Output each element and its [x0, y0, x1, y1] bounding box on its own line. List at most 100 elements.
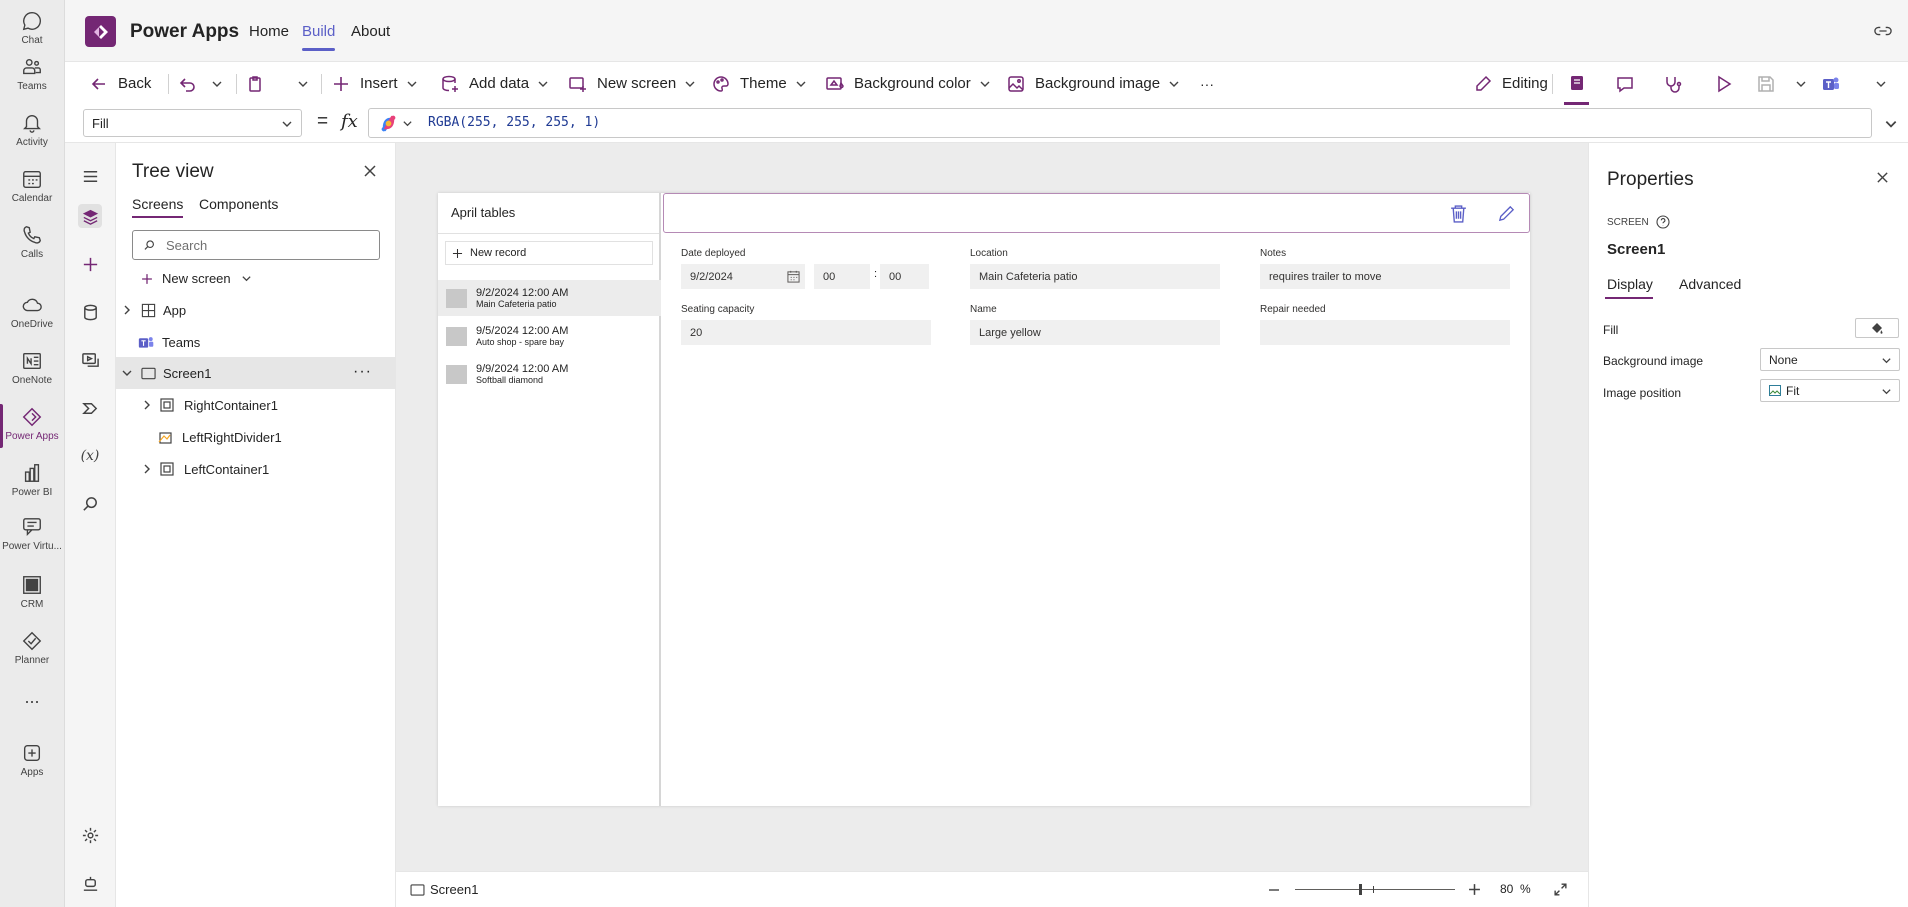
tab-home[interactable]: Home [249, 23, 289, 40]
rail-apps[interactable]: Apps [0, 738, 64, 790]
insert-button[interactable]: Insert [331, 62, 418, 105]
more-commands-button[interactable]: ··· [1200, 62, 1214, 105]
save-button[interactable] [1756, 62, 1776, 105]
publish-menu-button[interactable] [1875, 62, 1887, 105]
formula-input[interactable]: RGBA(255, 255, 255, 1) [368, 108, 1872, 138]
image-position-dropdown[interactable]: Fit [1760, 379, 1900, 402]
seating-capacity-field[interactable]: 20 [681, 320, 931, 345]
paste-button[interactable] [245, 62, 265, 105]
monitor-button[interactable] [1663, 62, 1683, 105]
close-icon[interactable] [1876, 171, 1889, 184]
tab-screens[interactable]: Screens [132, 196, 183, 212]
variables-button[interactable]: (x) [78, 444, 102, 468]
rail-onedrive[interactable]: OneDrive [0, 290, 64, 342]
app-checker-button[interactable] [1567, 62, 1587, 105]
tree-search-input[interactable]: Search [132, 230, 380, 260]
more-options-icon[interactable]: ··· [353, 363, 372, 381]
link-icon[interactable] [1874, 23, 1892, 39]
settings-button[interactable] [78, 823, 102, 847]
rail-activity[interactable]: Activity [0, 108, 64, 160]
rail-teams[interactable]: Teams [0, 52, 64, 104]
rail-onenote[interactable]: OneNote [0, 346, 64, 398]
notes-field[interactable]: requires trailer to move [1260, 264, 1510, 289]
tree-node-divider[interactable]: LeftRightDivider1 [116, 421, 395, 453]
tab-advanced[interactable]: Advanced [1679, 276, 1741, 292]
expand-formula-icon[interactable] [1884, 117, 1898, 131]
chevron-right-icon[interactable] [122, 305, 132, 315]
preview-play-button[interactable] [1713, 62, 1733, 105]
trash-icon[interactable] [1450, 204, 1467, 223]
zoom-out-icon[interactable] [1268, 884, 1280, 896]
background-image-button[interactable]: Background image [1006, 62, 1180, 105]
insert-panel-button[interactable] [78, 252, 102, 276]
new-screen-tree-button[interactable]: New screen [140, 271, 252, 286]
editing-button[interactable]: Editing [1473, 62, 1548, 105]
comments-button[interactable] [1615, 62, 1635, 105]
publish-teams-button[interactable] [1821, 62, 1841, 105]
undo-button[interactable] [177, 62, 197, 105]
theme-button[interactable]: Theme [711, 62, 807, 105]
rail-power-bi[interactable]: Power BI [0, 458, 64, 510]
rail-chat[interactable]: Chat [0, 6, 64, 58]
chevron-down-icon[interactable] [122, 368, 132, 378]
rail-crm[interactable]: CRM [0, 570, 64, 622]
rail-power-virtual-agents[interactable]: Power Virtu... [0, 512, 64, 564]
tree-node-teams[interactable]: Teams [116, 326, 395, 358]
screen-selector[interactable]: Screen1 [410, 882, 478, 897]
new-screen-button[interactable]: New screen [568, 62, 696, 105]
pencil-icon[interactable] [1497, 204, 1516, 223]
close-icon[interactable] [363, 164, 377, 178]
menu-button[interactable] [78, 164, 102, 188]
app-screen[interactable]: April tables New record 9/2/2024 12:00 A… [438, 193, 1530, 806]
tab-display[interactable]: Display [1607, 276, 1653, 292]
power-automate-button[interactable] [78, 396, 102, 420]
zoom-in-icon[interactable] [1468, 883, 1481, 896]
rail-power-apps[interactable]: Power Apps [0, 402, 64, 454]
name-field[interactable]: Large yellow [970, 320, 1220, 345]
rail-more[interactable]: ... [0, 688, 64, 740]
fit-to-window-icon[interactable] [1553, 882, 1568, 897]
paste-menu-button[interactable] [297, 62, 309, 105]
data-panel-button[interactable] [78, 300, 102, 324]
tree-node-screen1[interactable]: Screen1 ··· [116, 357, 395, 389]
help-icon[interactable] [1656, 215, 1670, 229]
background-image-dropdown[interactable]: None [1760, 348, 1900, 371]
chevron-right-icon[interactable] [142, 464, 152, 474]
minute-dropdown[interactable]: 00 [880, 264, 929, 289]
tab-build[interactable]: Build [302, 23, 335, 40]
tree-node-left-container[interactable]: LeftContainer1 [116, 453, 395, 485]
save-menu-button[interactable] [1795, 62, 1807, 105]
property-dropdown[interactable]: Fill [83, 109, 302, 137]
form-header-bar[interactable] [663, 193, 1530, 233]
zoom-slider[interactable] [1295, 889, 1455, 890]
add-data-button[interactable]: Add data [440, 62, 549, 105]
search-panel-button[interactable] [78, 492, 102, 516]
rail-planner[interactable]: Planner [0, 626, 64, 678]
rail-calls[interactable]: Calls [0, 220, 64, 272]
undo-menu-button[interactable] [211, 62, 223, 105]
zoom-slider-thumb[interactable] [1359, 884, 1362, 895]
background-color-button[interactable]: Background color [825, 62, 991, 105]
tree-node-app[interactable]: App [116, 294, 395, 326]
repair-needed-field[interactable] [1260, 320, 1510, 345]
gallery-item[interactable]: 9/9/2024 12:00 AM Softball diamond [438, 356, 661, 392]
hour-dropdown[interactable]: 00 [814, 264, 870, 289]
location-field[interactable]: Main Cafeteria patio [970, 264, 1220, 289]
gallery-item[interactable]: 9/5/2024 12:00 AM Auto shop - spare bay [438, 318, 661, 354]
chevron-right-icon[interactable] [142, 400, 152, 410]
tree-node-right-container[interactable]: RightContainer1 [116, 389, 395, 421]
tab-about[interactable]: About [351, 23, 390, 40]
tree-view-button[interactable] [78, 204, 102, 228]
fill-color-picker[interactable] [1855, 318, 1899, 338]
gallery-item[interactable]: 9/2/2024 12:00 AM Main Cafeteria patio [438, 280, 661, 316]
media-panel-button[interactable] [78, 348, 102, 372]
date-picker[interactable]: 9/2/2024 [681, 264, 805, 289]
back-button[interactable]: Back [89, 62, 151, 105]
calendar-icon[interactable] [787, 270, 800, 283]
tab-components[interactable]: Components [199, 196, 278, 212]
new-record-button[interactable]: New record [445, 241, 653, 265]
virtual-agent-button[interactable] [78, 871, 102, 895]
rail-calendar[interactable]: Calendar [0, 164, 64, 216]
copilot-button[interactable] [379, 114, 413, 133]
left-container[interactable]: April tables New record 9/2/2024 12:00 A… [438, 193, 661, 806]
